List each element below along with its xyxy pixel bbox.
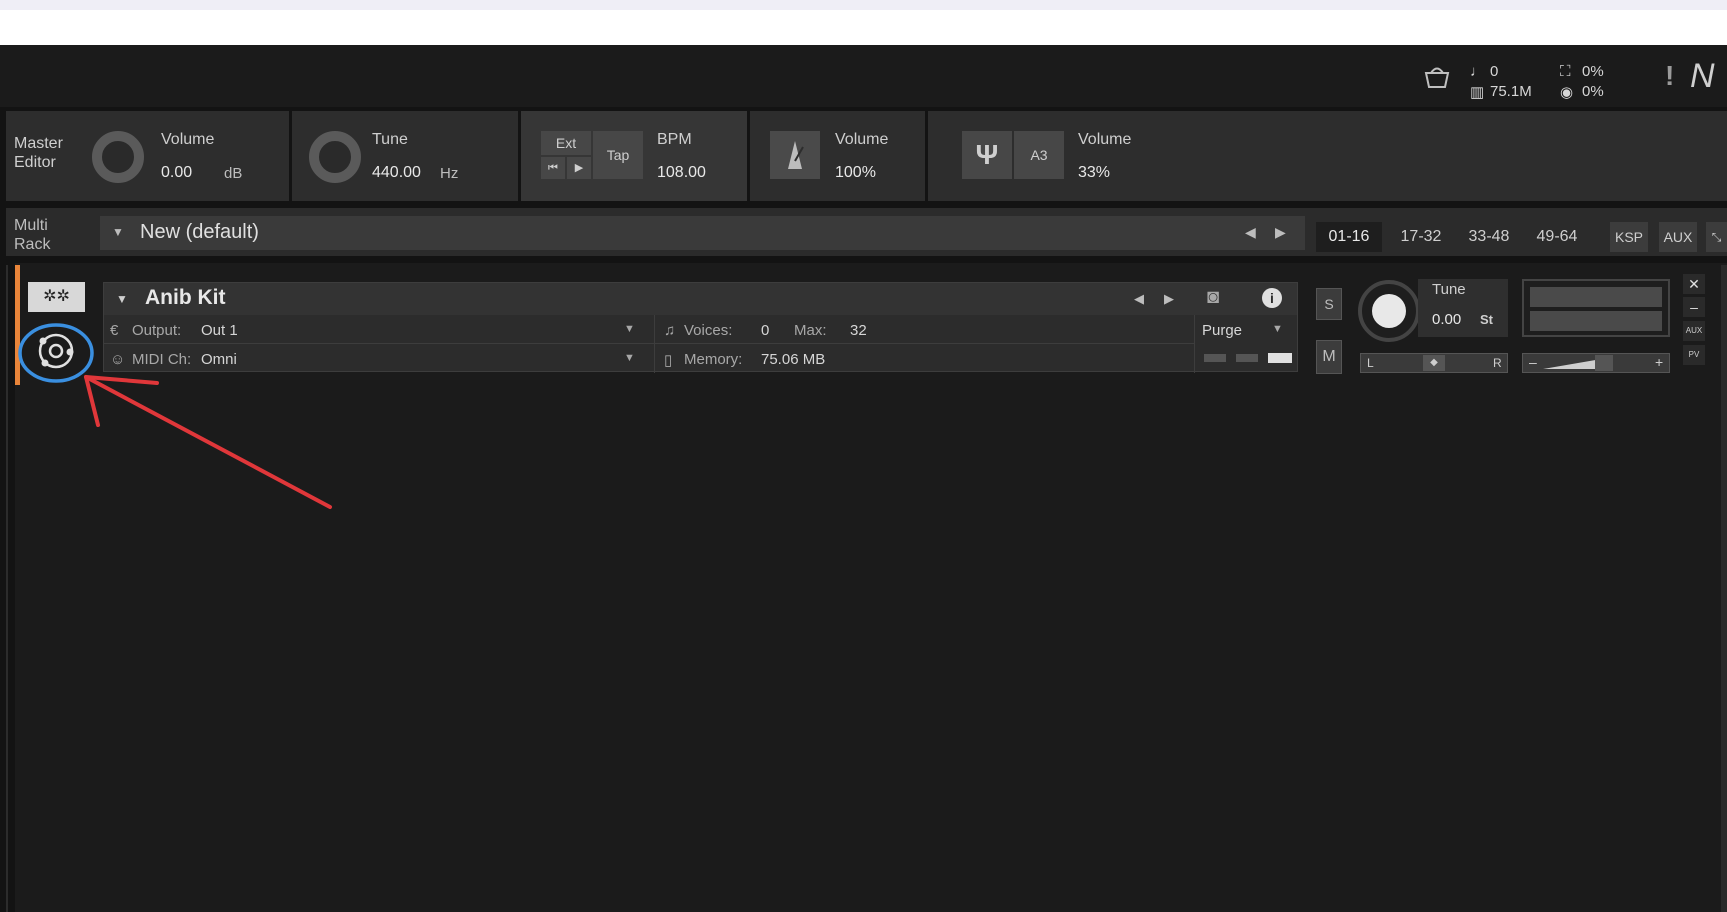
browser-top-strip xyxy=(0,0,1727,10)
annotation-overlay xyxy=(18,323,332,509)
kontakt-app: ♩ 0 ▥ 75.1M ⛶ 0% ◉ 0% ! N Master Editor … xyxy=(0,45,1727,912)
window-titlebar xyxy=(0,10,1727,45)
annotation-red-arrow-shaft xyxy=(84,375,332,509)
annotation-blue-circle xyxy=(18,323,94,383)
